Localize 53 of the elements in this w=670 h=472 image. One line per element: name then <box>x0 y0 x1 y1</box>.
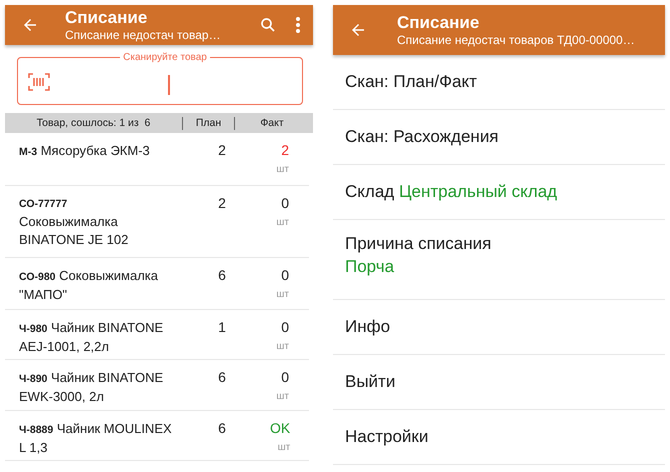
unit-label: шт <box>276 217 289 228</box>
fact-quantity: OK <box>270 420 290 437</box>
column-header: Факт <box>259 116 285 130</box>
product-name: М-3 Мясорубка ЭКМ-3 <box>19 142 151 160</box>
scan-field-label: Сканируйте товар <box>122 52 208 63</box>
fact-quantity: 2 <box>281 142 289 159</box>
fact-quantity: 0 <box>281 267 289 284</box>
app-title: Списание <box>65 8 148 28</box>
product-row[interactable]: СО-980 Соковыжималка "МАПО" 6 0 шт <box>5 258 309 310</box>
product-row[interactable]: М-3 Мясорубка ЭКМ-3 2 2 шт <box>5 133 309 186</box>
unit-label: шт <box>276 164 289 175</box>
product-name: Ч-890 Чайник BINATONE EWK-3000, 2л <box>19 369 164 406</box>
unit-label: шт <box>278 442 290 453</box>
plan-quantity: 6 <box>217 420 227 438</box>
plan-quantity: 6 <box>217 369 227 387</box>
product-row[interactable]: СО-77777 Соковыжималка BINATONE JE 102 2 0 шт <box>5 186 309 258</box>
unit-label: шт <box>276 341 289 352</box>
menu-item[interactable]: Причина списания Порча <box>333 220 665 300</box>
product-name: СО-980 Соковыжималка "МАПО" <box>19 267 159 304</box>
menu-item[interactable]: Склад Центральный склад <box>333 165 665 220</box>
plan-quantity: 2 <box>217 195 227 213</box>
menu-item[interactable]: Скан: Расхождения <box>333 110 665 165</box>
product-name: СО-77777 Соковыжималка BINATONE JE 102 <box>19 197 130 249</box>
menu-item[interactable]: Скан: План/Факт <box>333 55 665 110</box>
plan-quantity: 2 <box>217 142 227 160</box>
menu-item-label: Причина списания <box>345 234 492 254</box>
product-row[interactable]: Ч-8889 Чайник MOULINEX L 1,3 6 OK шт <box>5 411 309 461</box>
fact-quantity: 0 <box>281 369 289 386</box>
menu-item[interactable]: Настройки <box>333 410 665 465</box>
product-name: Ч-8889 Чайник MOULINEX L 1,3 <box>19 420 173 457</box>
menu-item-label: Склад <box>345 182 394 202</box>
unit-label: шт <box>276 391 289 402</box>
fact-quantity: 0 <box>281 319 289 336</box>
plan-quantity: 6 <box>217 267 227 285</box>
barcode-icon <box>28 73 50 91</box>
column-header: Товар, сошлось: 1 из 6 <box>5 116 183 130</box>
product-row[interactable]: Ч-980 Чайник BINATONE AEJ-1001, 2,2л 1 0 шт <box>5 310 309 360</box>
search-icon <box>259 16 277 34</box>
product-row[interactable]: Ч-890 Чайник BINATONE EWK-3000, 2л 6 0 шт <box>5 360 309 411</box>
plan-quantity: 1 <box>217 319 227 337</box>
menu-item[interactable]: Инфо <box>333 300 665 355</box>
column-header: План <box>183 116 235 130</box>
menu-item-value: Порча <box>345 257 394 277</box>
app-subtitle: Списание недостач товар… <box>65 28 222 42</box>
unit-label: шт <box>276 289 289 300</box>
product-name: Ч-980 Чайник BINATONE AEJ-1001, 2,2л <box>19 319 164 356</box>
text-cursor <box>168 75 170 95</box>
menu-item[interactable]: Выйти <box>333 355 665 410</box>
fact-quantity: 0 <box>281 195 289 212</box>
menu-item-value: Центральный склад <box>398 182 558 202</box>
app-subtitle: Списание недостач товаров ТД00-00000… <box>397 32 636 48</box>
app-title: Списание <box>397 12 480 32</box>
more-icon <box>295 16 301 34</box>
